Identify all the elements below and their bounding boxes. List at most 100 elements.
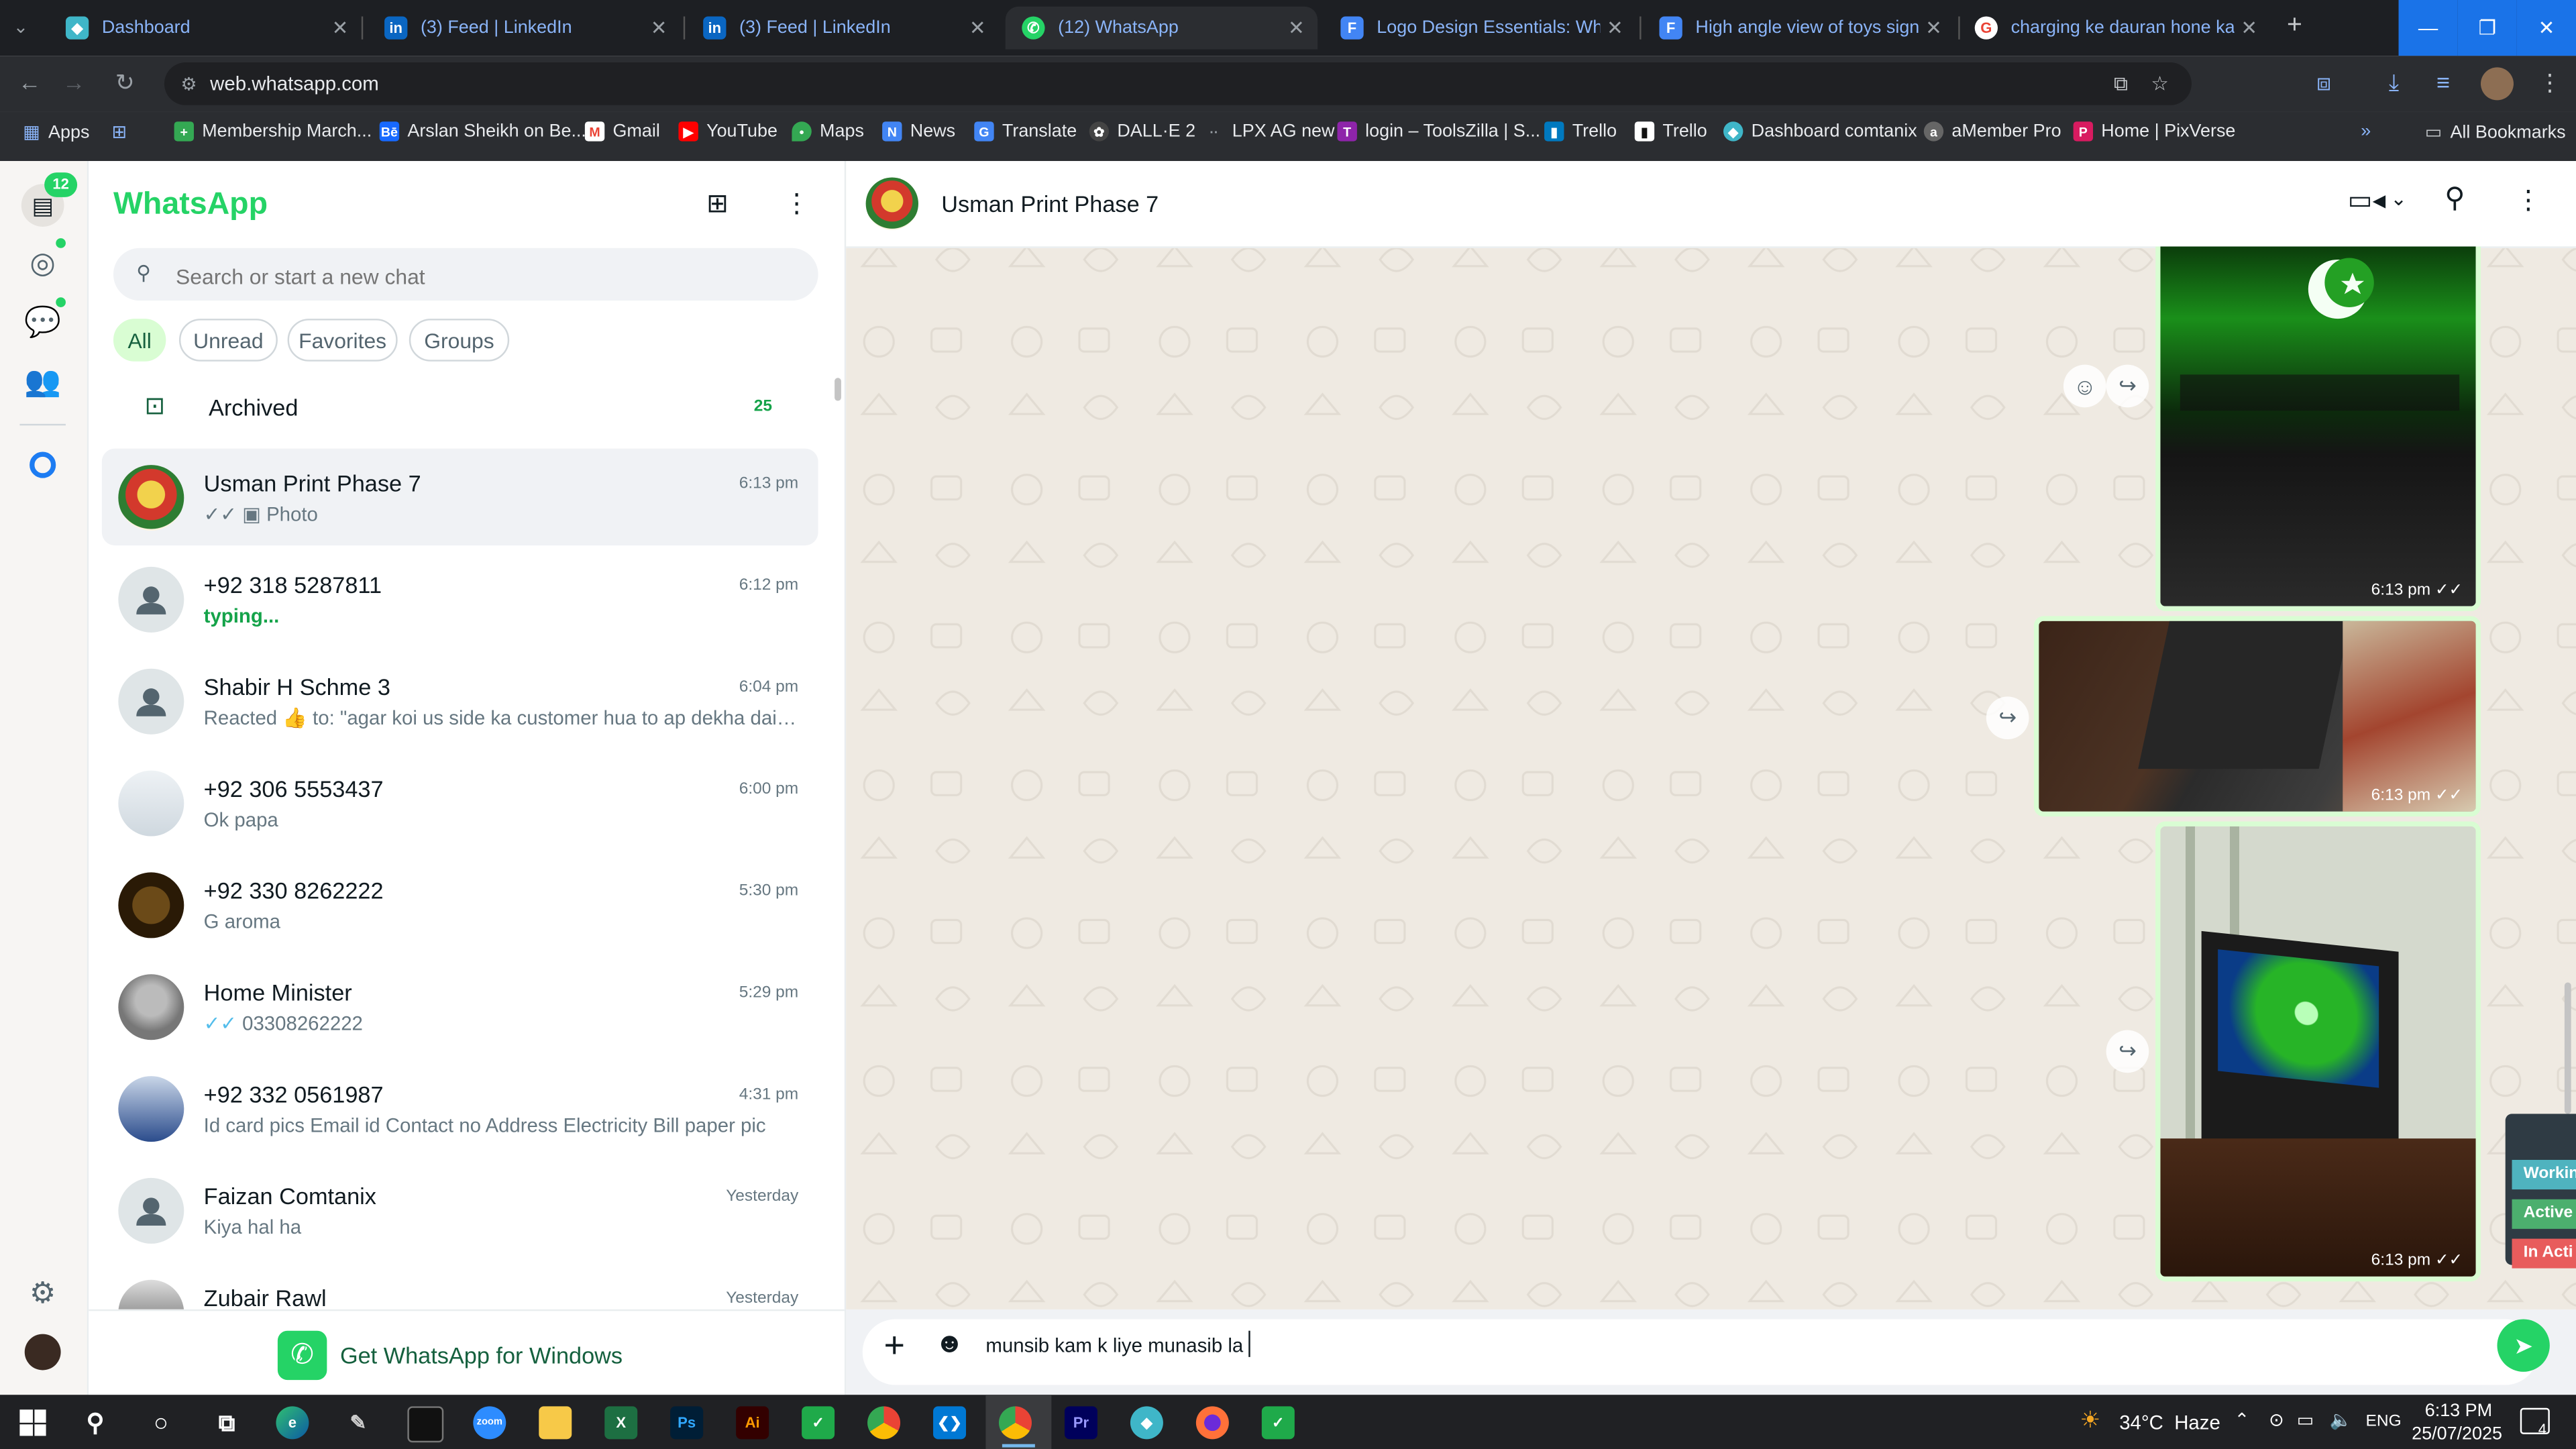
vscode-icon[interactable]: ❮❯ bbox=[933, 1406, 967, 1440]
bookmark-app-grid[interactable]: ⊞ bbox=[112, 121, 127, 143]
contact-name[interactable]: Usman Print Phase 7 bbox=[941, 191, 1159, 217]
status-tab-inactive[interactable]: In Acti bbox=[2512, 1238, 2576, 1269]
status-icon[interactable]: ◎ bbox=[23, 243, 62, 282]
photoshop-icon[interactable]: Ps bbox=[670, 1406, 704, 1440]
chat-row[interactable]: Zubair Rawl Yesterday bbox=[102, 1263, 818, 1309]
new-tab-icon[interactable]: + bbox=[2287, 11, 2302, 41]
filter-favorites[interactable]: Favorites bbox=[287, 319, 398, 362]
clock-time[interactable]: 6:13 PM bbox=[2425, 1401, 2492, 1421]
android-app-icon[interactable]: ✓ bbox=[802, 1406, 835, 1440]
chat-row[interactable]: +92 318 5287811 6:12 pm typing... bbox=[102, 550, 818, 649]
chat-row[interactable]: +92 332 0561987 4:31 pm Id card pics Ema… bbox=[102, 1060, 818, 1159]
close-icon[interactable]: ✕ bbox=[325, 16, 355, 39]
browser-tab-dashboard[interactable]: ◆ Dashboard ✕ bbox=[49, 7, 361, 50]
contact-avatar[interactable] bbox=[865, 177, 918, 230]
chrome-icon[interactable] bbox=[867, 1406, 901, 1440]
chat-row[interactable]: +92 306 5553437 6:00 pm Ok papa bbox=[102, 754, 818, 853]
forward-icon[interactable]: ↪ bbox=[2106, 364, 2149, 408]
close-window-icon[interactable]: ✕ bbox=[2516, 0, 2576, 56]
message-input[interactable]: munsib kam k liye munasib la bbox=[985, 1334, 1243, 1357]
task-view-icon[interactable]: ⧉ bbox=[210, 1406, 243, 1439]
bookmark-behance[interactable]: Bē Arslan Sheikh on Be... bbox=[379, 121, 586, 142]
weather-text[interactable]: 34°C Haze bbox=[2119, 1411, 2220, 1434]
reload-icon[interactable]: ↻ bbox=[110, 69, 140, 97]
language-indicator[interactable]: ENG bbox=[2366, 1413, 2402, 1431]
tray-chevron-up-icon[interactable]: ⌃ bbox=[2235, 1409, 2250, 1431]
edge-icon[interactable]: e bbox=[276, 1406, 309, 1440]
back-arrow-icon[interactable]: ← bbox=[15, 69, 44, 95]
react-emoji-icon[interactable]: ☺ bbox=[2063, 364, 2106, 408]
communities-icon[interactable]: 👥 bbox=[23, 362, 62, 401]
zoom-icon[interactable]: zoom bbox=[473, 1406, 506, 1440]
filter-unread[interactable]: Unread bbox=[178, 319, 278, 362]
forward-arrow-icon[interactable]: → bbox=[59, 69, 89, 95]
bookmark-trello-2[interactable]: ▮ Trello bbox=[1634, 121, 1707, 142]
bookmark-trello-1[interactable]: ▮ Trello bbox=[1544, 121, 1617, 142]
tray-icon[interactable]: ⊙ bbox=[2269, 1409, 2284, 1431]
close-icon[interactable]: ✕ bbox=[1600, 16, 1629, 39]
bookmark-membership[interactable]: + Membership March... bbox=[174, 121, 372, 142]
profile-avatar[interactable] bbox=[24, 1334, 61, 1371]
dashboard-app-icon[interactable]: ◆ bbox=[1130, 1406, 1163, 1440]
premiere-icon[interactable]: Pr bbox=[1064, 1406, 1097, 1440]
bookmark-amember[interactable]: a aMember Pro bbox=[1923, 121, 2061, 142]
bookmark-apps[interactable]: ▦ Apps bbox=[23, 121, 89, 143]
chat-row[interactable]: +92 330 8262222 5:30 pm G aroma bbox=[102, 856, 818, 955]
meta-ai-icon[interactable] bbox=[23, 445, 62, 485]
restore-icon[interactable]: ❐ bbox=[2457, 0, 2517, 56]
bookmark-star-icon[interactable]: ☆ bbox=[2151, 72, 2168, 95]
profile-avatar[interactable] bbox=[2480, 67, 2514, 101]
firefox-icon[interactable] bbox=[1195, 1406, 1229, 1440]
new-chat-icon[interactable]: ⊞ bbox=[706, 187, 729, 220]
close-icon[interactable]: ✕ bbox=[963, 16, 992, 39]
archived-row[interactable]: ⊡ Archived 25 bbox=[102, 380, 818, 435]
message-image[interactable]: 6:13 pm ✓✓ bbox=[2033, 616, 2481, 817]
filter-all[interactable]: All bbox=[113, 319, 166, 362]
forward-icon[interactable]: ↪ bbox=[1986, 696, 2029, 740]
settings-gear-icon[interactable]: ⚙ bbox=[23, 1273, 62, 1313]
install-app-icon[interactable]: ⧉ bbox=[2114, 72, 2128, 97]
get-app-banner[interactable]: ✆ Get WhatsApp for Windows bbox=[89, 1309, 845, 1397]
chat-row[interactable]: Shabir H Schme 3 6:04 pm Reacted 👍 to: "… bbox=[102, 652, 818, 751]
clock-date[interactable]: 25/07/2025 bbox=[2412, 1424, 2502, 1444]
search-icon[interactable]: ⚲ bbox=[79, 1406, 112, 1439]
pen-icon[interactable]: ✎ bbox=[341, 1406, 374, 1439]
minimize-icon[interactable]: — bbox=[2398, 0, 2458, 56]
bookmark-dalle[interactable]: ✿ DALL·E 2 bbox=[1089, 121, 1195, 142]
bookmark-toolszilla[interactable]: T login – ToolsZilla | S... bbox=[1337, 121, 1540, 142]
browser-tab-linkedin-2[interactable]: in (3) Feed | LinkedIn ✕ bbox=[687, 7, 999, 50]
menu-kebab-icon[interactable]: ⋮ bbox=[2515, 184, 2541, 217]
bookmark-youtube[interactable]: ▶ YouTube bbox=[678, 121, 777, 142]
network-icon[interactable]: ▭ bbox=[2297, 1409, 2314, 1431]
browser-tab-whatsapp[interactable]: ✆ (12) WhatsApp ✕ bbox=[1005, 6, 1318, 50]
browser-tab-linkedin-1[interactable]: in (3) Feed | LinkedIn ✕ bbox=[368, 7, 680, 50]
browser-tab-google-search[interactable]: G charging ke dauran hone ka use... ✕ bbox=[1958, 7, 2270, 50]
menu-kebab-icon[interactable]: ⋮ bbox=[784, 187, 810, 220]
illustrator-icon[interactable]: Ai bbox=[736, 1406, 769, 1440]
tab-search-icon[interactable]: ⌄ bbox=[13, 16, 29, 38]
bookmark-maps[interactable]: • Maps bbox=[792, 121, 864, 142]
site-info-icon[interactable]: ⚙ bbox=[180, 73, 197, 94]
video-call-icon[interactable]: ▭◂ bbox=[2348, 184, 2386, 217]
close-icon[interactable]: ✕ bbox=[1919, 16, 1948, 39]
bookmark-gmail[interactable]: M Gmail bbox=[584, 121, 660, 142]
search-icon[interactable]: ⚲ bbox=[2445, 182, 2465, 215]
browser-menu-icon[interactable]: ⋮ bbox=[2538, 69, 2561, 97]
sticker-icon[interactable]: ☻ bbox=[934, 1328, 964, 1360]
media-queue-icon[interactable]: ≡ bbox=[2436, 69, 2450, 95]
message-image[interactable]: 6:13 pm ✓✓ bbox=[2155, 246, 2481, 612]
cortana-icon[interactable]: ○ bbox=[145, 1406, 178, 1439]
channels-icon[interactable]: 💬 bbox=[23, 303, 62, 342]
send-icon[interactable]: ➤ bbox=[2497, 1319, 2550, 1372]
chat-row[interactable]: Faizan Comtanix Yesterday Kiya hal ha bbox=[102, 1161, 818, 1260]
bookmark-dashboard-comtanix[interactable]: ◆ Dashboard comtanix bbox=[1723, 121, 1917, 142]
conversation-header[interactable]: Usman Print Phase 7 ▭◂ ⌄ ⚲ ⋮ bbox=[846, 161, 2576, 248]
chat-row[interactable]: Home Minister 5:29 pm ✓✓ 03308262222 bbox=[102, 958, 818, 1057]
close-icon[interactable]: ✕ bbox=[1281, 16, 1311, 39]
forward-icon[interactable]: ↪ bbox=[2106, 1030, 2149, 1073]
browser-tab-logo-design[interactable]: F Logo Design Essentials: What Every... … bbox=[1324, 7, 1636, 50]
extensions-icon[interactable]: ⧈ bbox=[2316, 69, 2331, 97]
file-explorer-icon[interactable] bbox=[539, 1406, 572, 1440]
conversation-scrollbar[interactable] bbox=[2564, 982, 2571, 1114]
bookmark-lpx[interactable]: ·· LPX AG new bbox=[1204, 121, 1334, 141]
